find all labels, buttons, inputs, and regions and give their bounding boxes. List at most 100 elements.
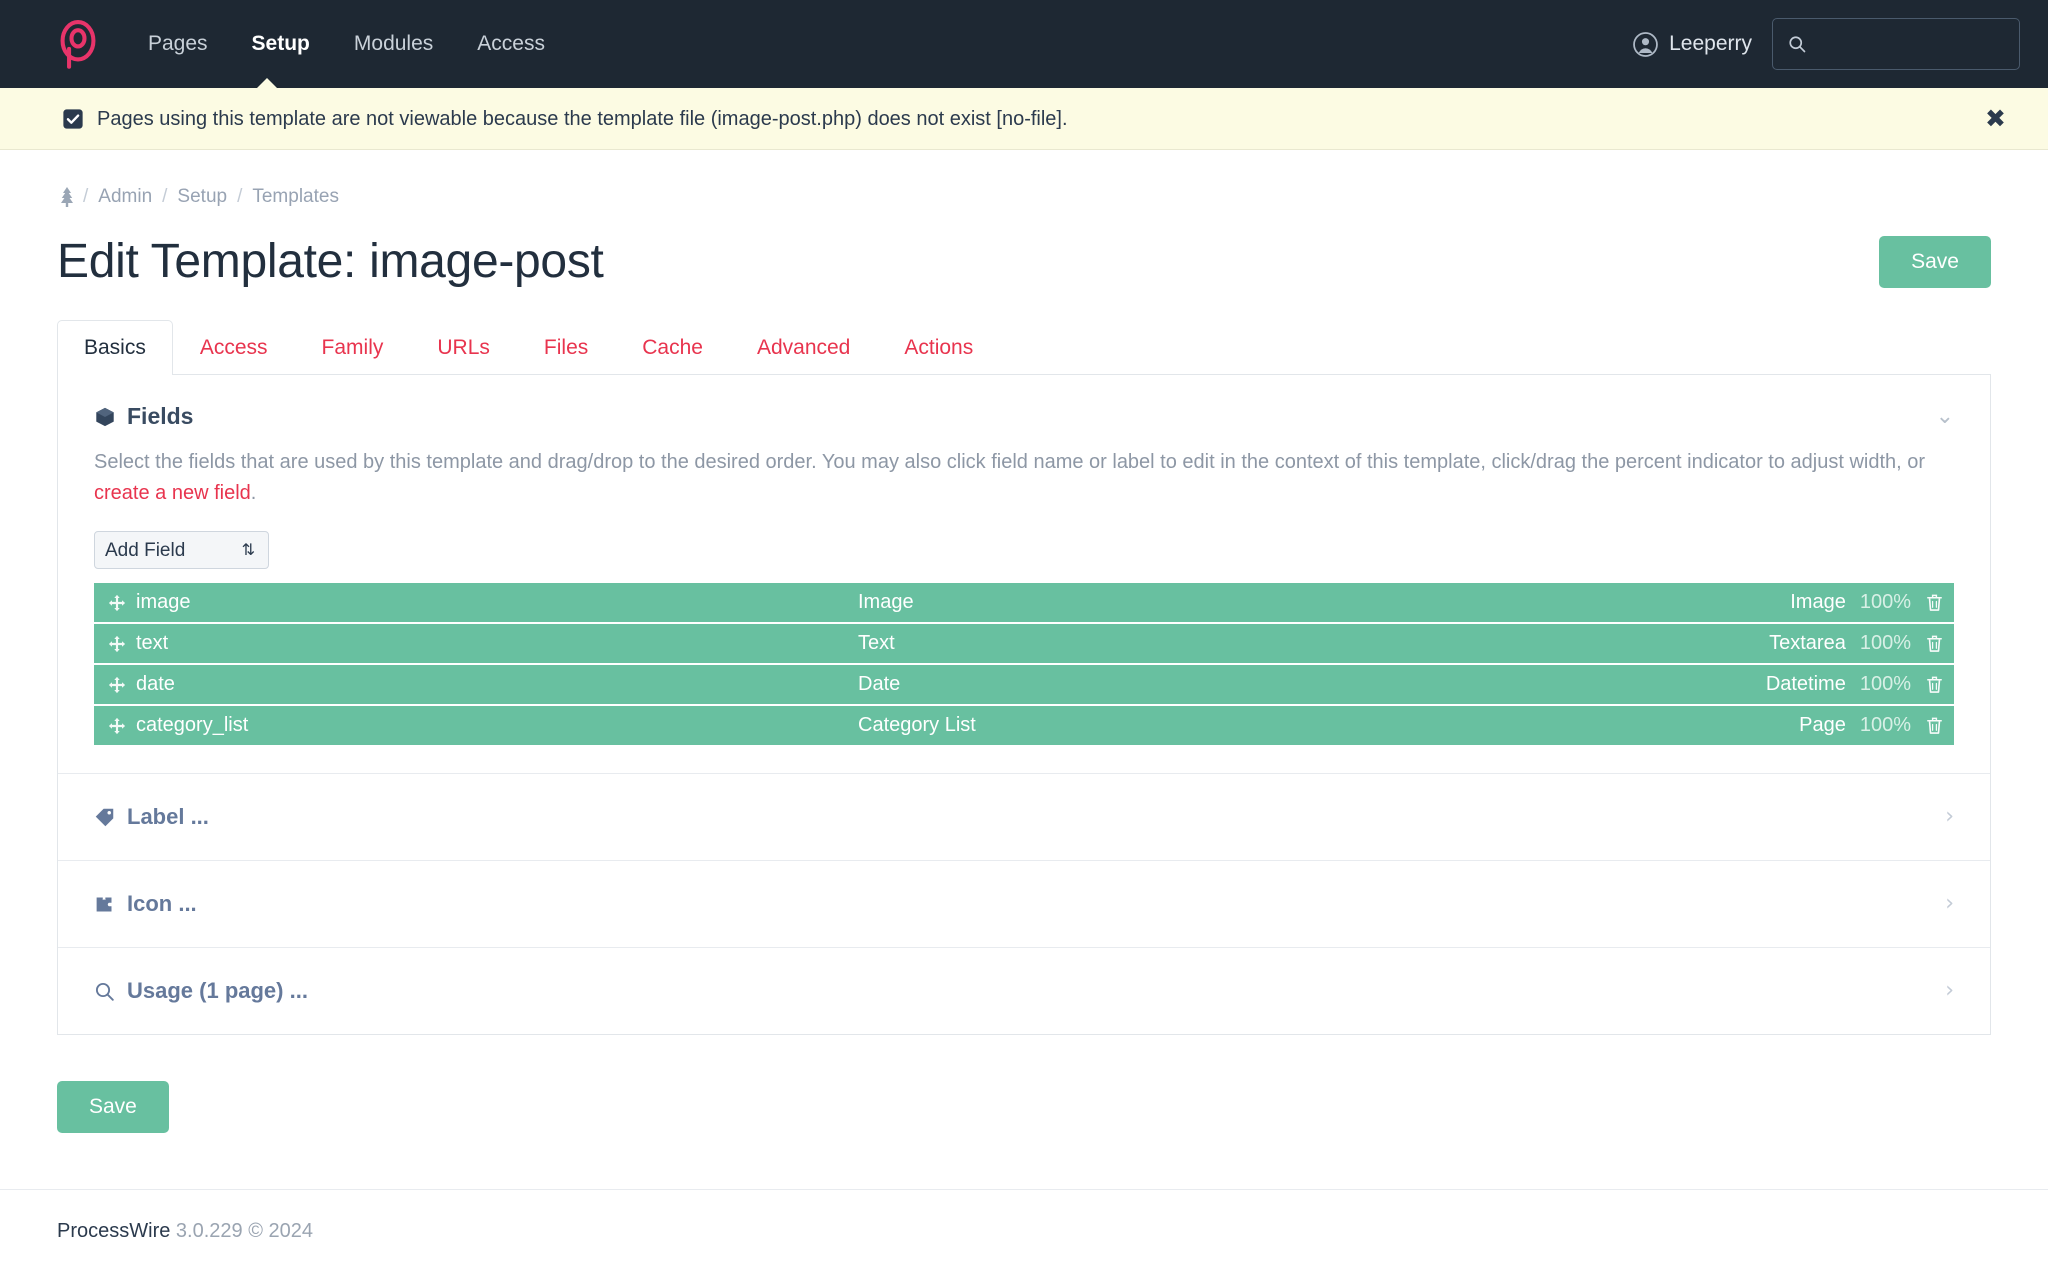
search-icon: [1789, 36, 1806, 53]
drag-handle-icon[interactable]: [108, 635, 126, 653]
trash-icon[interactable]: [1925, 716, 1944, 735]
fields-section: Fields ⌄ Select the fields that are used…: [58, 375, 1990, 773]
field-label[interactable]: Text: [858, 632, 1769, 655]
basics-panel: Fields ⌄ Select the fields that are used…: [57, 374, 1991, 1035]
field-row-meta: Page 100%: [1799, 714, 1944, 737]
footer-brand: ProcessWire: [57, 1220, 171, 1242]
section-icon-title: Icon ...: [94, 891, 197, 917]
save-button-top[interactable]: Save: [1879, 235, 1991, 288]
section-icon-text: Icon ...: [127, 891, 197, 916]
page-title: Edit Template: image-post: [57, 235, 604, 288]
drag-handle-icon[interactable]: [108, 594, 126, 612]
cube-icon: [96, 407, 114, 426]
nav-item-setup[interactable]: Setup: [230, 22, 332, 66]
field-row-name-cell: date: [108, 673, 858, 696]
table-row[interactable]: image Image Image 100%: [94, 583, 1954, 622]
table-row[interactable]: date Date Datetime 100%: [94, 665, 1954, 704]
fields-description: Select the fields that are used by this …: [94, 447, 1954, 509]
field-label[interactable]: Category List: [858, 714, 1799, 737]
footer: ProcessWire 3.0.229 © 2024: [0, 1189, 2048, 1273]
add-field-select-wrap: Add Field ⇅: [94, 531, 269, 569]
logo-link[interactable]: [40, 18, 116, 70]
tab-family[interactable]: Family: [295, 320, 411, 375]
field-rows-list: image Image Image 100% text Text Textare…: [94, 583, 1954, 745]
breadcrumb: / Admin / Setup / Templates: [57, 150, 1991, 218]
breadcrumb-item-setup[interactable]: Setup: [169, 186, 235, 208]
section-usage-collapsed[interactable]: Usage (1 page) ... ›: [58, 947, 1990, 1034]
section-label-title: Label ...: [94, 804, 209, 830]
breadcrumb-separator: /: [83, 186, 89, 207]
tabs: Basics Access Family URLs Files Cache Ad…: [57, 319, 1991, 375]
title-row: Edit Template: image-post Save: [57, 218, 1991, 319]
section-icon-collapsed[interactable]: Icon ... ›: [58, 860, 1990, 947]
trash-icon[interactable]: [1925, 634, 1944, 653]
nav-item-modules[interactable]: Modules: [332, 22, 455, 66]
tab-urls[interactable]: URLs: [410, 320, 517, 375]
notice-text: Pages using this template are not viewab…: [97, 107, 1068, 130]
add-field-wrap: Add Field ⇅: [94, 531, 1954, 569]
trash-icon[interactable]: [1925, 675, 1944, 694]
user-menu[interactable]: Leeperry: [1633, 31, 1752, 57]
bottom-save-wrap: Save: [57, 1073, 1991, 1189]
notice-banner: Pages using this template are not viewab…: [0, 88, 2048, 150]
table-row[interactable]: category_list Category List Page 100%: [94, 706, 1954, 745]
fields-title-label: Fields: [127, 403, 194, 429]
field-width-percent[interactable]: 100%: [1860, 673, 1911, 696]
field-type: Textarea: [1769, 632, 1846, 654]
drag-handle-icon[interactable]: [108, 717, 126, 735]
field-type: Image: [1790, 591, 1846, 613]
search-box[interactable]: [1772, 18, 2020, 70]
breadcrumb-item-admin[interactable]: Admin: [90, 186, 160, 208]
breadcrumb-item-templates[interactable]: Templates: [244, 186, 347, 208]
nav-item-access[interactable]: Access: [455, 22, 567, 66]
field-width-percent[interactable]: 100%: [1860, 714, 1911, 737]
field-label[interactable]: Date: [858, 673, 1766, 696]
main-nav: Pages Setup Modules Access: [126, 22, 567, 66]
field-width-percent[interactable]: 100%: [1860, 632, 1911, 655]
section-usage-title: Usage (1 page) ...: [94, 978, 308, 1004]
field-name[interactable]: category_list: [136, 714, 248, 737]
search-input[interactable]: [1817, 33, 2005, 55]
add-field-select[interactable]: Add Field: [94, 531, 269, 569]
field-row-meta: Datetime 100%: [1766, 673, 1944, 696]
tab-access[interactable]: Access: [173, 320, 295, 375]
notice-close-icon[interactable]: ✖: [1977, 102, 2014, 135]
section-usage-text: Usage (1 page) ...: [127, 978, 308, 1003]
section-label-text: Label ...: [127, 804, 209, 829]
puzzle-icon: [96, 897, 112, 911]
search-icon: [95, 982, 114, 1001]
masthead: Pages Setup Modules Access Leeperry: [0, 0, 2048, 89]
field-name[interactable]: text: [136, 632, 168, 655]
fields-collapse-icon[interactable]: ⌄: [1936, 405, 1954, 428]
field-label[interactable]: Image: [858, 591, 1790, 614]
fields-section-header: Fields ⌄: [94, 403, 1954, 430]
section-label-collapsed[interactable]: Label ... ›: [58, 773, 1990, 860]
masthead-right: Leeperry: [1633, 18, 2020, 70]
chevron-right-icon[interactable]: ›: [1945, 893, 1954, 915]
tree-icon[interactable]: [57, 186, 77, 208]
create-new-field-link[interactable]: create a new field: [94, 482, 251, 504]
nav-item-pages[interactable]: Pages: [126, 22, 230, 66]
fields-description-text: Select the fields that are used by this …: [94, 451, 1926, 473]
field-name[interactable]: image: [136, 591, 190, 614]
chevron-right-icon[interactable]: ›: [1945, 806, 1954, 828]
tab-basics[interactable]: Basics: [57, 320, 173, 375]
chevron-right-icon[interactable]: ›: [1945, 980, 1954, 1002]
breadcrumb-separator: /: [162, 186, 168, 207]
save-button-bottom[interactable]: Save: [57, 1081, 169, 1133]
checkbox-checked-icon: [63, 108, 83, 129]
field-row-name-cell: category_list: [108, 714, 858, 737]
trash-icon[interactable]: [1925, 593, 1944, 612]
breadcrumb-separator: /: [237, 186, 243, 207]
content-area: / Admin / Setup / Templates Edit Templat…: [0, 150, 2048, 1189]
tab-files[interactable]: Files: [517, 320, 615, 375]
tab-advanced[interactable]: Advanced: [730, 320, 877, 375]
drag-handle-icon[interactable]: [108, 676, 126, 694]
avatar-icon: [1633, 31, 1658, 57]
table-row[interactable]: text Text Textarea 100%: [94, 624, 1954, 663]
field-width-percent[interactable]: 100%: [1860, 591, 1911, 614]
tab-cache[interactable]: Cache: [615, 320, 730, 375]
fields-section-title: Fields: [94, 403, 193, 430]
field-name[interactable]: date: [136, 673, 175, 696]
tab-actions[interactable]: Actions: [877, 320, 1000, 375]
